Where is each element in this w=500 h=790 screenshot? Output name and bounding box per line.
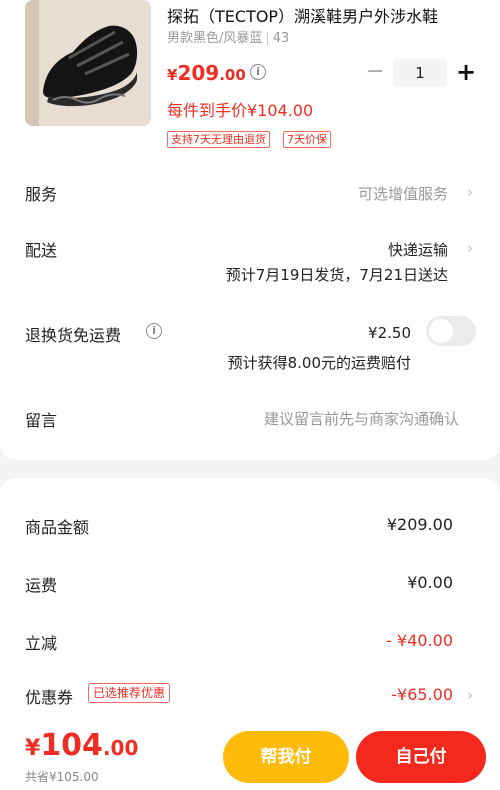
coupon-chevron-icon[interactable]: › [467,686,473,704]
service-value[interactable]: 可选增值服务 [358,183,448,204]
return-shipping-toggle[interactable] [426,316,476,346]
coupon-tag: 已选推荐优惠 [88,683,171,703]
return-shipping-price: ¥2.50 [368,324,411,342]
total-decimal: .00 [102,736,139,760]
message-input[interactable]: 建议留言前先与商家沟通确认 [264,408,459,429]
delivery-estimate: 预计7月19日发货，7月21日送达 [225,266,448,284]
pay-button[interactable]: 自己付 [356,731,486,783]
total-integer: 104 [40,728,103,763]
return-info-icon[interactable]: i [146,323,162,339]
return-shipping-label: 退换货免运费 [25,326,122,345]
delivery-label: 配送 [25,241,58,260]
goods-amount-value: ¥209.00 [386,515,453,534]
quantity-plus-button[interactable]: + [456,60,476,84]
price-info-icon[interactable]: i [250,64,266,80]
service-chevron-icon[interactable]: › [467,183,473,201]
product-variant[interactable]: 男款黑色/风暴蓝 | 43 [167,27,289,46]
delivery-chevron-icon[interactable]: › [467,239,473,257]
delivery-value[interactable]: 快递运输 [388,239,448,260]
price-protect-badge: 7天价保 [283,131,331,148]
discount-value: - ¥40.00 [386,631,453,650]
coupon-value[interactable]: -¥65.00 [391,685,453,704]
return-shipping-note: 预计获得8.00元的运费赔付 [227,354,411,372]
message-label: 留言 [25,411,58,430]
variant-size: 43 [272,31,290,46]
quantity-minus-button[interactable]: − [366,61,384,83]
product-title[interactable]: 探拓（TECTOP）溯溪鞋男户外涉水鞋 [167,3,477,27]
toggle-knob [429,319,453,343]
variant-color: 男款黑色/风暴蓝 [167,31,263,46]
order-card: 探拓（TECTOP）溯溪鞋男户外涉水鞋 男款黑色/风暴蓝 | 43 ¥209.00 … [0,0,500,460]
return-policy-badge: 支持7天无理由退货 [167,131,270,148]
variant-separator: | [265,31,270,46]
final-price-per-item: 每件到手价¥104.00 [167,101,314,120]
discount-label: 立减 [25,634,58,653]
price-decimal: .00 [219,66,246,84]
coupon-label: 优惠券 [25,688,74,707]
service-label: 服务 [25,185,58,204]
goods-amount-label: 商品金额 [25,518,90,537]
shipping-label: 运费 [25,576,58,595]
price-currency: ¥ [167,66,178,84]
total-saved: 共省¥105.00 [25,770,99,784]
total-currency: ¥ [25,736,41,761]
total-price: ¥104.00 [25,728,138,767]
shipping-value: ¥0.00 [407,573,453,592]
product-price: ¥209.00 [167,61,246,85]
price-integer: 209 [177,61,220,85]
help-me-pay-button[interactable]: 帮我付 [223,731,349,783]
product-image[interactable] [25,0,151,126]
quantity-input[interactable]: 1 [393,59,447,87]
